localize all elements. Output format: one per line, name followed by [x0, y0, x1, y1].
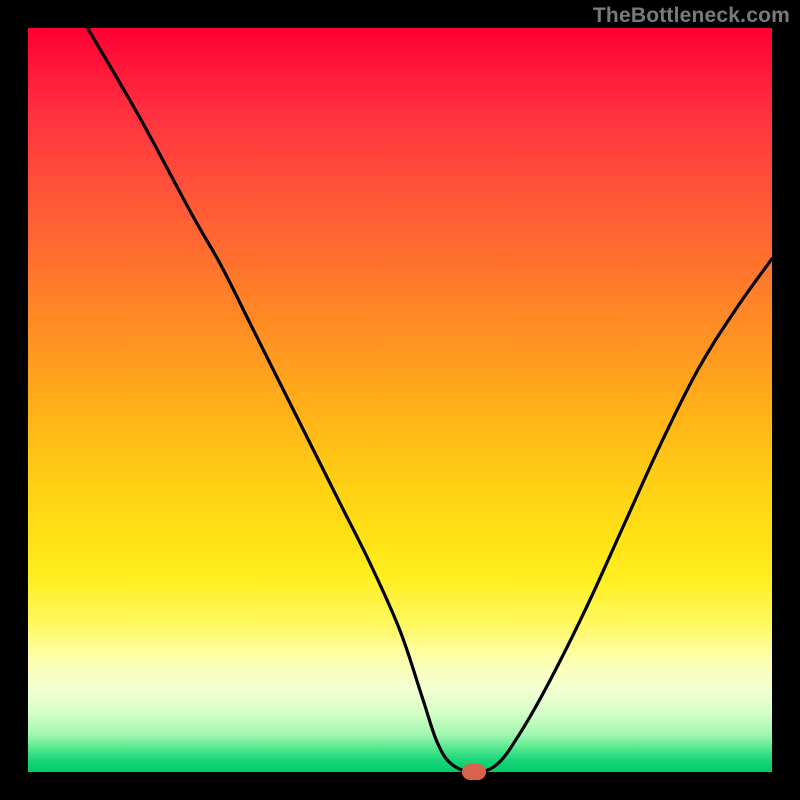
- curve-svg: [28, 28, 772, 772]
- bottleneck-curve: [88, 28, 772, 772]
- watermark-text: TheBottleneck.com: [593, 4, 790, 28]
- plot-area: [28, 28, 772, 772]
- chart-frame: TheBottleneck.com: [0, 0, 800, 800]
